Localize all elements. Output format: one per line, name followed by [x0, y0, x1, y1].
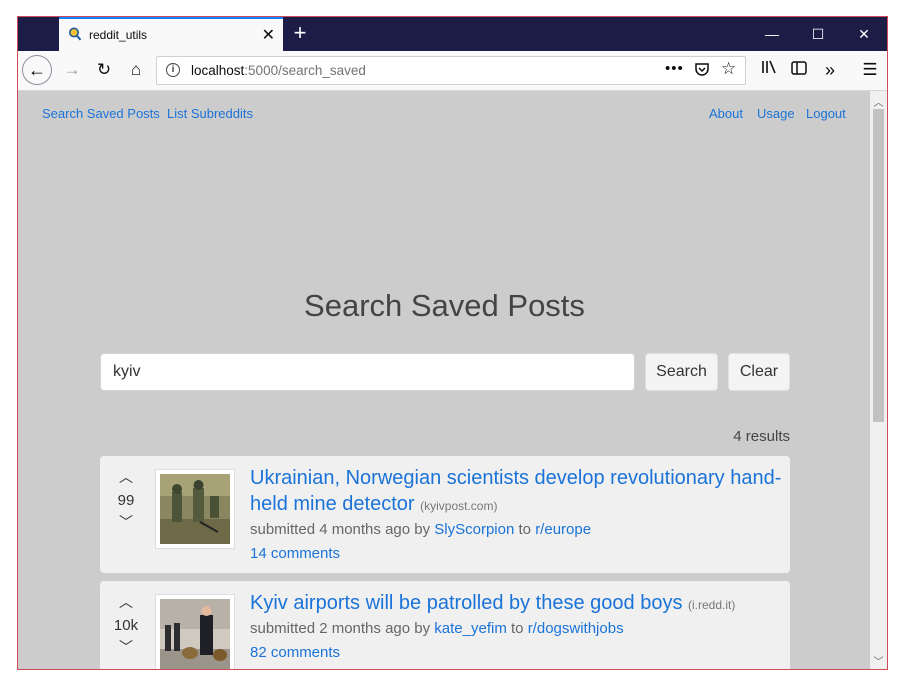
minimize-icon[interactable]: —	[749, 17, 795, 51]
post-title[interactable]: Kyiv airports will be patrolled by these…	[250, 590, 735, 618]
window-close-icon[interactable]: ✕	[841, 17, 887, 51]
post-card: ︿ 10k ﹀ Kyiv airports will be patrolled …	[100, 581, 790, 669]
dogs-image	[160, 599, 230, 669]
url-bar[interactable]: i localhost:5000/search_saved ••• ☆	[156, 56, 746, 85]
results-count: 4 results	[733, 428, 790, 445]
nav-about[interactable]: About	[709, 106, 743, 121]
post-meta: submitted 2 months ago by kate_yefim to …	[250, 620, 624, 637]
vote-box: ︿ 99 ﹀	[100, 470, 152, 529]
page-content: Search Saved Posts List Subreddits About…	[18, 91, 871, 669]
author-link[interactable]: SlyScorpion	[434, 521, 514, 538]
menu-hamburger-icon[interactable]: ☰	[856, 56, 884, 84]
subreddit-link[interactable]: r/dogswithjobs	[528, 620, 624, 637]
score: 10k	[113, 617, 139, 634]
post-card: ︿ 99 ﹀ Ukrainian, Norwegian scientists d…	[100, 456, 790, 573]
post-thumbnail[interactable]	[155, 594, 235, 669]
search-input[interactable]: kyiv	[100, 353, 635, 391]
upvote-icon[interactable]: ︿	[100, 470, 152, 484]
clear-button[interactable]: Clear	[728, 353, 790, 391]
forward-arrow-icon[interactable]: →	[58, 56, 86, 84]
url-text[interactable]: localhost:5000/search_saved	[191, 63, 366, 78]
scroll-up-icon[interactable]: ︿	[870, 94, 887, 109]
vertical-scrollbar[interactable]: ︿ ﹀	[870, 91, 887, 669]
nav-logout[interactable]: Logout	[806, 106, 846, 121]
scroll-down-icon[interactable]: ﹀	[870, 653, 887, 668]
nav-usage[interactable]: Usage	[757, 106, 795, 121]
reload-icon[interactable]: ↻	[90, 56, 118, 84]
back-arrow-icon[interactable]: ←	[22, 55, 52, 85]
overflow-chevron-icon[interactable]: »	[816, 56, 844, 84]
home-icon[interactable]: ⌂	[122, 56, 150, 84]
vote-box: ︿ 10k ﹀	[100, 595, 152, 654]
pocket-icon[interactable]	[694, 61, 710, 81]
browser-window: reddit_utils ✕ + — ☐ ✕ ← → ↻ ⌂ i localho…	[17, 16, 888, 670]
tab-bar: reddit_utils ✕ + — ☐ ✕	[18, 17, 887, 51]
site-info-icon[interactable]: i	[166, 63, 180, 77]
nav-list-subreddits[interactable]: List Subreddits	[167, 106, 253, 121]
page-title: Search Saved Posts	[304, 288, 585, 323]
navigation-toolbar: ← → ↻ ⌂ i localhost:5000/search_saved ••…	[18, 51, 887, 91]
soldiers-image	[160, 474, 230, 544]
tab-close-icon[interactable]: ✕	[262, 25, 275, 45]
library-icon[interactable]	[755, 56, 783, 84]
downvote-icon[interactable]: ﹀	[100, 640, 152, 654]
score: 99	[117, 492, 135, 509]
maximize-icon[interactable]: ☐	[795, 17, 841, 51]
search-button[interactable]: Search	[645, 353, 718, 391]
subreddit-link[interactable]: r/europe	[535, 521, 591, 538]
post-title[interactable]: Ukrainian, Norwegian scientists develop …	[250, 465, 781, 519]
post-meta: submitted 4 months ago by SlyScorpion to…	[250, 521, 592, 538]
browser-tab[interactable]: reddit_utils ✕	[59, 17, 283, 51]
tab-title: reddit_utils	[89, 28, 148, 42]
downvote-icon[interactable]: ﹀	[100, 515, 152, 529]
post-thumbnail[interactable]	[155, 469, 235, 549]
comments-link[interactable]: 82 comments	[250, 644, 340, 661]
new-tab-icon[interactable]: +	[290, 21, 310, 45]
page-actions-icon[interactable]: •••	[665, 60, 684, 77]
sidebar-icon[interactable]	[785, 56, 813, 84]
post-domain: (kyivpost.com)	[420, 499, 498, 513]
nav-search-saved-posts[interactable]: Search Saved Posts	[42, 106, 160, 121]
upvote-icon[interactable]: ︿	[100, 595, 152, 609]
scroll-thumb[interactable]	[873, 109, 884, 422]
favicon-icon	[68, 27, 82, 41]
bookmark-star-icon[interactable]: ☆	[721, 59, 736, 79]
author-link[interactable]: kate_yefim	[434, 620, 507, 637]
post-domain: (i.redd.it)	[688, 598, 736, 612]
comments-link[interactable]: 14 comments	[250, 545, 340, 562]
